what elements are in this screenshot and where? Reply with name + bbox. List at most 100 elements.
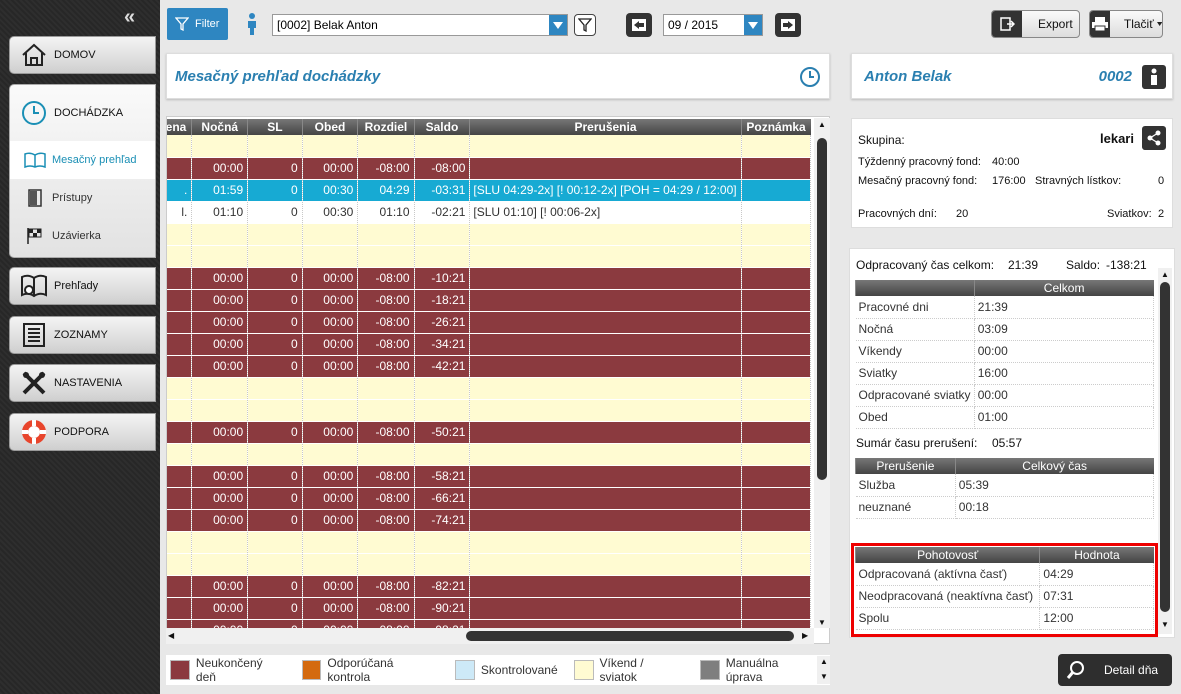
scroll-down-icon[interactable]: ▼ (820, 672, 828, 681)
nav-dochadzka[interactable]: DOCHÁDZKA (10, 85, 155, 141)
table-row[interactable] (167, 399, 812, 422)
table-cell (414, 399, 471, 422)
collapse-sidebar-button[interactable]: « (124, 6, 135, 29)
table-cell: 00:00 (302, 421, 359, 444)
legend-scrollbar[interactable]: ▲ ▼ (817, 656, 830, 684)
page-title: Mesačný prehľad dochádzky (175, 68, 381, 85)
filter-button[interactable]: Filter (167, 8, 228, 40)
table-cell: -34:21 (414, 333, 471, 356)
summary-scrollbar[interactable]: ▲ ▼ (1158, 268, 1172, 634)
table-row[interactable]: 00:00 0 00:00 -08:00 -10:21 (167, 267, 812, 290)
nav-prehlady[interactable]: Prehľady (9, 267, 156, 305)
employee-select[interactable]: [0002] Belak Anton (272, 14, 568, 36)
subnav-uzavierka[interactable]: Uzávierka (10, 217, 155, 255)
nav-zoznamy[interactable]: ZOZNAMY (9, 316, 156, 354)
table-row[interactable]: 00:00 0 00:00 -08:00 -34:21 (167, 333, 812, 356)
table-row[interactable]: 00:00 0 00:00 -08:00 -08:00 (167, 157, 812, 180)
chevron-down-icon[interactable] (549, 15, 567, 35)
employee-filter-button[interactable] (574, 14, 596, 36)
scroll-left-icon[interactable]: ◀ (168, 631, 174, 640)
scrollbar-thumb[interactable] (817, 138, 827, 480)
summary-value: 16:00 (974, 362, 1155, 385)
next-period-button[interactable] (775, 13, 801, 37)
table-cell: -08:00 (357, 157, 415, 180)
column-header[interactable]: Obed (301, 119, 358, 135)
previous-period-button[interactable] (626, 13, 652, 37)
table-cell (469, 245, 742, 268)
table-cell: 0 (247, 465, 303, 488)
scroll-up-icon[interactable]: ▲ (820, 657, 828, 666)
table-row[interactable]: 00:00 0 00:00 -08:00 -50:21 (167, 421, 812, 444)
table-row[interactable]: 00:00 0 00:00 -08:00 -82:21 (167, 575, 812, 598)
period-select[interactable]: 09 / 2015 (663, 14, 763, 36)
scroll-up-icon[interactable]: ▲ (1161, 270, 1169, 279)
employee-info-button[interactable] (1142, 65, 1166, 89)
nav-domov[interactable]: DOMOV (9, 36, 156, 74)
scrollbar-thumb[interactable] (466, 631, 794, 641)
table-cell (741, 421, 812, 444)
table-row[interactable]: 00:00 0 00:00 -08:00 -18:21 (167, 289, 812, 312)
table-row[interactable]: 00:00 0 00:00 -08:00 -26:21 (167, 311, 812, 334)
table-row[interactable]: . 01:59 0 00:30 04:29 -03:31 [SLU 04:29-2x] [!… (167, 179, 812, 202)
table-cell (469, 267, 742, 290)
column-header[interactable]: Rozdiel (357, 119, 415, 135)
summary-row: Odpracovaná (aktívna časť) 04:29 (855, 563, 1154, 586)
column-header[interactable]: SL (247, 119, 303, 135)
table-cell (167, 509, 193, 532)
table-cell (414, 135, 471, 158)
table-cell (167, 465, 193, 488)
table-cell (357, 553, 415, 576)
chevron-down-icon[interactable] (744, 15, 762, 35)
table-cell (469, 311, 742, 334)
scroll-up-icon[interactable]: ▲ (818, 120, 826, 129)
table-cell: 00:00 (191, 311, 249, 334)
column-header[interactable]: Saldo (413, 119, 470, 135)
table-row[interactable] (167, 377, 812, 400)
scroll-down-icon[interactable]: ▼ (818, 618, 826, 627)
table-row[interactable]: 00:00 0 00:00 -08:00 -74:21 (167, 509, 812, 532)
column-header[interactable]: mena (167, 119, 192, 135)
export-button[interactable]: Export (991, 10, 1080, 38)
legend-label: Neukončený deň (195, 656, 263, 684)
table-row[interactable]: l. 01:10 0 00:30 01:10 -02:21 [SLU 01:10] [! 0… (167, 201, 812, 224)
scrollbar-thumb[interactable] (1160, 282, 1170, 612)
table-cell (191, 531, 249, 554)
column-header[interactable]: Poznámka (740, 119, 811, 135)
table-cell (357, 245, 415, 268)
nav-nastavenia[interactable]: NASTAVENIA (9, 364, 156, 402)
summary-row: neuznané 00:18 (855, 496, 1155, 519)
column-header[interactable]: Prerušenia (469, 119, 742, 135)
day-detail-button[interactable]: Detail dňa (1058, 654, 1172, 686)
table-row[interactable]: 00:00 0 00:00 -08:00 -66:21 (167, 487, 812, 510)
table-row[interactable] (167, 135, 812, 158)
interruptions-total: 05:57 (992, 436, 1023, 450)
print-button[interactable]: Tlačiť (1089, 10, 1163, 38)
subnav-mesacny-prehlad[interactable]: Mesačný prehľad (10, 141, 155, 179)
table-row[interactable] (167, 531, 812, 554)
legend-swatch (454, 660, 475, 680)
scroll-right-icon[interactable]: ▶ (802, 631, 808, 640)
column-header[interactable]: Nočná (191, 119, 248, 135)
saldo-label: Saldo: (1066, 258, 1101, 272)
table-row[interactable] (167, 223, 812, 246)
table-cell (469, 465, 742, 488)
share-icon (1147, 130, 1161, 146)
table-row[interactable]: 00:00 0 00:00 -08:00 -58:21 (167, 465, 812, 488)
subnav-pristupy[interactable]: Prístupy (10, 179, 155, 217)
chevron-down-icon[interactable] (1156, 21, 1162, 27)
nav-podpora[interactable]: PODPORA (9, 413, 156, 451)
table-horizontal-scrollbar[interactable]: ◀ ▶ (166, 628, 814, 644)
table-cell: -66:21 (414, 487, 471, 510)
table-cell: 01:59 (191, 179, 249, 202)
table-row[interactable]: 00:00 0 00:00 -08:00 -90:21 (167, 597, 812, 620)
group-share-button[interactable] (1142, 126, 1166, 150)
table-row[interactable] (167, 443, 812, 466)
funnel-icon (578, 18, 592, 32)
table-row[interactable]: 00:00 0 00:00 -08:00 -42:21 (167, 355, 812, 378)
totals-header-blank (855, 280, 975, 296)
scroll-down-icon[interactable]: ▼ (1161, 620, 1169, 629)
clock-icon[interactable] (799, 66, 821, 91)
table-row[interactable] (167, 553, 812, 576)
table-row[interactable] (167, 245, 812, 268)
table-vertical-scrollbar[interactable]: ▲ ▼ (814, 118, 830, 628)
